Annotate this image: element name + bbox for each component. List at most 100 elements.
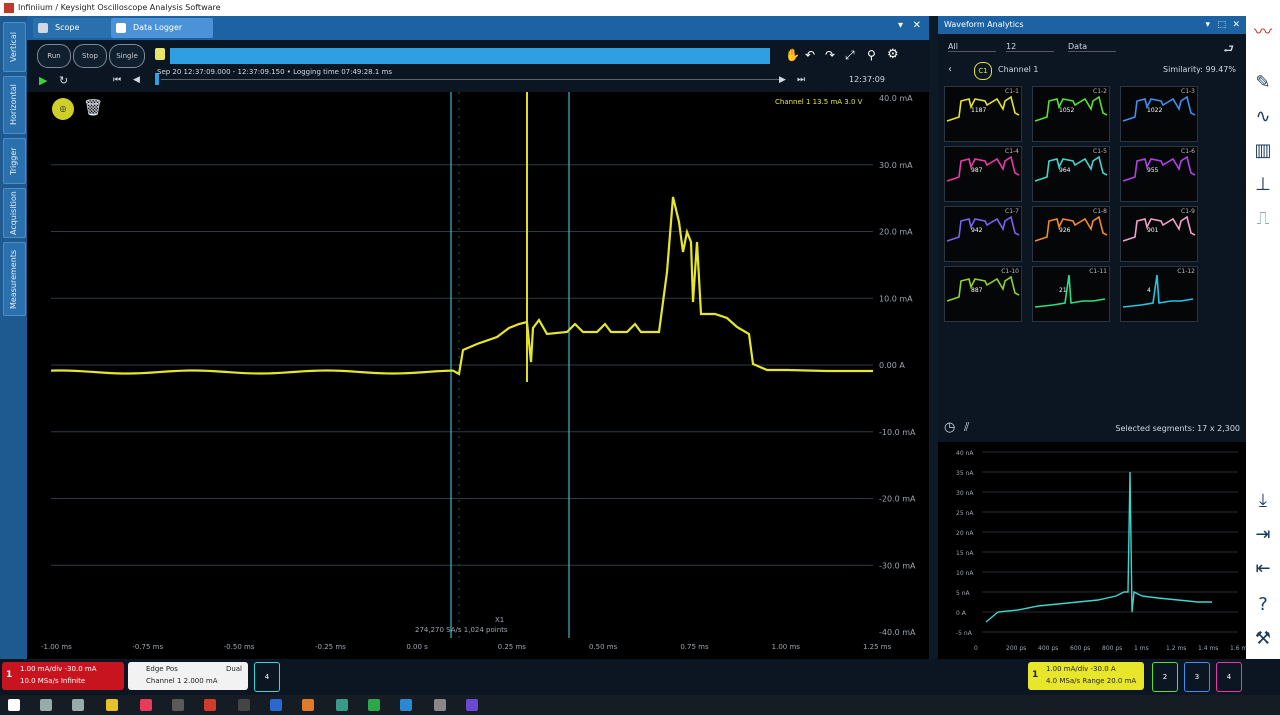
help-icon[interactable]: ? [1250,592,1276,618]
measure-icon[interactable]: ⎍ [1250,206,1276,232]
seg-y-label: 25 nA [956,510,974,517]
export-tool-icon[interactable]: ⇤ [1250,556,1276,582]
skip-start-icon[interactable]: ⏮ [113,75,121,85]
import-icon[interactable]: ⇥ [1250,522,1276,548]
float-pane-icon[interactable]: ⬚ [1217,16,1226,34]
download-icon[interactable]: ⤓ [1250,488,1276,514]
add-channel-button[interactable]: 4 [254,662,280,692]
search-icon[interactable]: ⚲ [867,48,876,62]
file-explorer-icon[interactable] [106,699,118,711]
filter-select-1[interactable]: All [948,42,996,52]
y-axis-label: -20.0 mA [879,495,916,504]
sidenav-measurements[interactable]: Measurements [3,242,26,316]
channel1-settings[interactable]: 1 1.00 mA/div -30.0 mA 10.0 MSa/s Infini… [2,662,124,690]
undo-icon[interactable]: ↶ [805,48,815,62]
step-back-icon[interactable]: ◀ [133,75,140,85]
channel-select[interactable]: Channel 1 [998,65,1038,74]
filter-select-3[interactable]: Data [1068,42,1116,52]
skip-end-icon[interactable]: ⏭ [797,75,805,85]
histogram-icon[interactable]: ▥ [1250,138,1276,164]
app-icon-9[interactable] [400,699,412,711]
pin-pane-icon[interactable]: ▾ [1205,16,1210,34]
waveform-thumbnail[interactable]: C1-3 1022 [1120,86,1198,142]
app-icon-2[interactable] [172,699,184,711]
stop-button[interactable]: Stop [73,44,107,68]
x-axis-label: -0.50 ms [224,643,255,651]
app-icon-10[interactable] [434,699,446,711]
back-icon[interactable]: ‹ [948,64,952,75]
waveform-plot[interactable]: ◎ 🗑 Channel 1 13.5 mA 3.0 V 40.0 mA 30.0 … [27,92,929,652]
app-icon-6[interactable] [302,699,314,711]
app-icon-4[interactable] [238,699,250,711]
refresh-icon[interactable]: ↻ [59,74,68,87]
sidenav-trigger[interactable]: Trigger [3,138,26,184]
waveform-thumbnail[interactable]: C1-8 926 [1032,206,1110,262]
app-icon-1[interactable] [140,699,152,711]
channel2-button[interactable]: 2 [1152,662,1178,692]
waveform-thumbnail[interactable]: C1-10 887 [944,266,1022,322]
segment-plot-svg[interactable]: 40 nA 35 nA 30 nA 25 nA 20 nA 15 nA 10 nA 5 nA 0… [938,442,1246,659]
timeline-track[interactable] [161,79,781,80]
close-pane-icon[interactable]: ✕ [1232,16,1240,34]
pin-icon[interactable]: ▾ [898,20,903,31]
step-forward-icon[interactable]: ▶ [779,75,786,85]
close-icon[interactable]: ✕ [913,20,921,31]
filter-select-2[interactable]: 12 [1006,42,1054,52]
waveform-thumbnail[interactable]: C1-1 1187 [944,86,1022,142]
play-icon[interactable]: ▶ [39,74,47,87]
run-button[interactable]: Run [37,44,71,68]
app-icon-7[interactable] [336,699,348,711]
cursor-tool-icon[interactable]: ⊥ [1250,172,1276,198]
channel1-trace [50,196,873,376]
trigger-line2: Channel 1 2.000 mA [146,677,218,685]
settings-wrench-icon[interactable]: ⚒ [1250,626,1276,652]
redo-icon[interactable]: ↷ [825,48,835,62]
clock-icon[interactable]: ◷ [944,420,955,435]
zoom-icon[interactable]: ⤢ [845,48,855,63]
tools-icon[interactable]: ✎ [1250,70,1276,96]
app-title: Infiniium / Keysight Oscilloscope Analys… [18,3,221,12]
waveform-thumbnail[interactable]: C1-9 901 [1120,206,1198,262]
waveform-thumbnail[interactable]: C1-11 21 [1032,266,1110,322]
gear-icon[interactable]: ⚙ [887,47,899,62]
x-axis-label: 0.00 s [406,643,428,651]
sidenav-horizontal[interactable]: Horizontal [3,76,26,134]
thumbnail-trace [1034,155,1108,182]
thumbnail-count: 955 [1147,167,1159,174]
fft-icon[interactable]: ∿ [1250,104,1276,130]
trigger-settings[interactable]: Edge Pos Dual Channel 1 2.000 mA [128,662,248,690]
start-icon[interactable] [8,699,20,711]
channel4-button[interactable]: 4 [1216,662,1242,692]
waveform-thumbnail[interactable]: C1-7 942 [944,206,1022,262]
waveform-thumbnail[interactable]: C1-12 4 [1120,266,1198,322]
thumbnail-label: C1-3 [1181,88,1195,95]
waveform-thumbnail[interactable]: C1-4 987 [944,146,1022,202]
scope-app-taskbar-icon[interactable] [466,699,478,711]
channel3-button[interactable]: 3 [1184,662,1210,692]
waveform-thumbnail[interactable]: C1-6 955 [1120,146,1198,202]
app-icon-8[interactable] [368,699,380,711]
app-icon-5[interactable] [270,699,282,711]
tab-scope[interactable]: Scope [33,18,119,38]
right-toolbar: 〰 ✎ ∿ ▥ ⊥ ⎍ ⤓ ⇥ ⇤ ? ⚒ [1246,16,1280,659]
app-icon-3[interactable] [204,699,216,711]
waveform-thumbnail[interactable]: C1-2 1052 [1032,86,1110,142]
channel-right-settings[interactable]: 1 1.00 mA/div -30.0 A 4.0 MSa/s Range 20… [1028,662,1144,690]
seg-y-label: 30 nA [956,490,974,497]
tab-data-logger[interactable]: Data Logger [111,18,213,38]
task-view-icon[interactable] [72,699,84,711]
waveform-icon[interactable]: 〰 [1250,20,1276,46]
search-taskbar-icon[interactable] [40,699,52,711]
single-button[interactable]: Single [109,44,145,68]
thumbnail-trace [1122,215,1196,242]
sidenav-vertical[interactable]: Vertical [3,22,26,72]
waveform-thumbnail[interactable]: C1-5 964 [1032,146,1110,202]
seg-x-label: 0 [974,645,978,652]
export-icon[interactable]: ⮐ [1223,40,1234,61]
data-logger-icon [116,23,126,33]
sidenav-acquisition[interactable]: Acquisition [3,188,26,238]
chart-icon[interactable]: ⫽ [964,420,969,435]
hand-icon[interactable]: ✋ [785,48,800,62]
y-axis-label: -40.0 mA [879,628,916,637]
time-range-text: Sep 20 12:37:09.000 - 12:37:09.150 • Log… [157,68,392,76]
